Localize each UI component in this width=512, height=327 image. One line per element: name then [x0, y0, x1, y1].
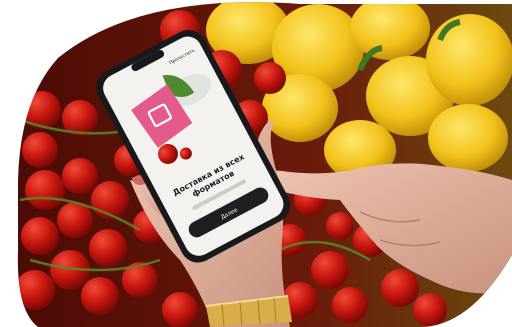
produce-background: Пропустить Доставка из всех форматов Дал… — [17, 2, 512, 327]
photo-scene: Пропустить Доставка из всех форматов Дал… — [17, 2, 512, 327]
